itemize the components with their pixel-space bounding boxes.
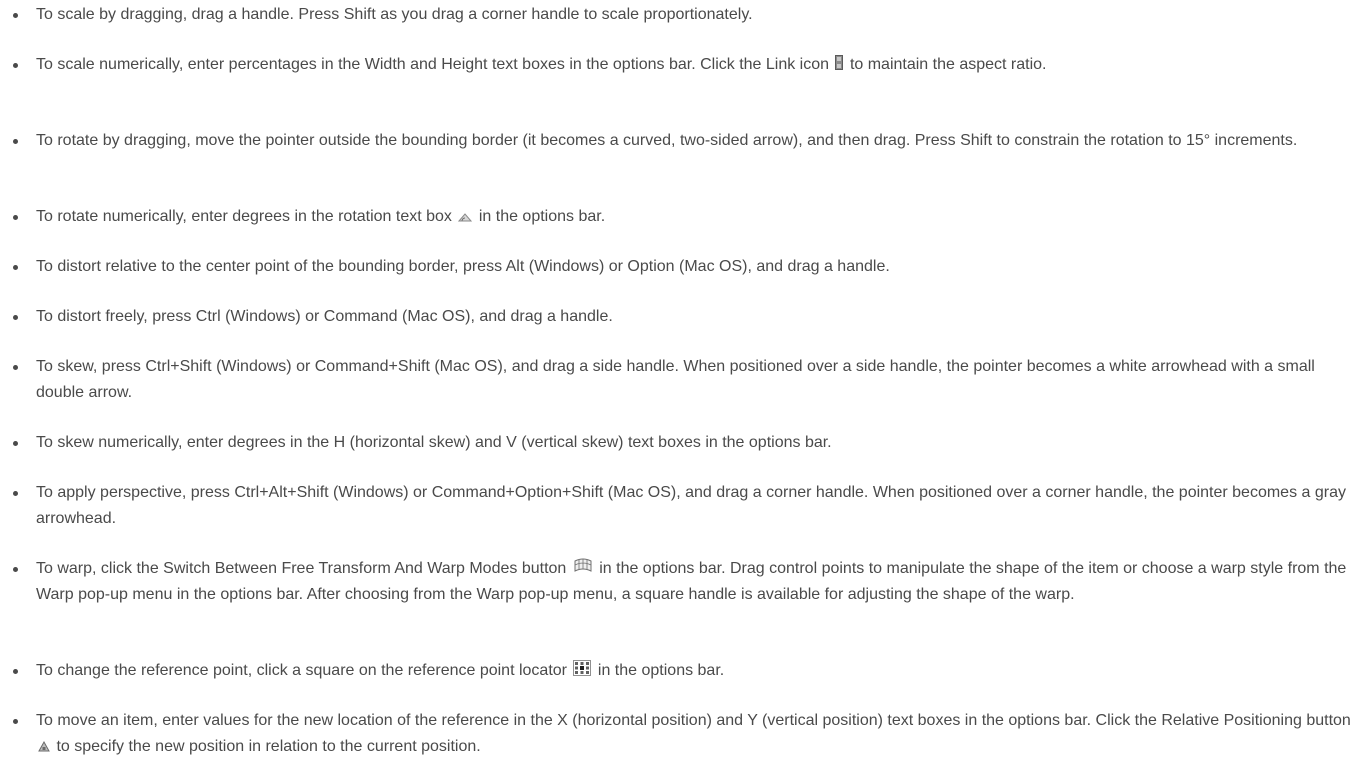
list-item: To skew numerically, enter degrees in th… [0,430,1355,456]
item-text: in the options bar. [478,208,606,225]
list-item: To move an item, enter values for the ne… [0,708,1355,760]
item-text: To rotate by dragging, move the pointer … [36,132,1298,149]
warp-mode-icon [573,558,593,574]
list-item: To change the reference point, click a s… [0,658,1355,684]
item-text: to maintain the aspect ratio. [849,56,1047,73]
item-text: To skew numerically, enter degrees in th… [36,434,832,451]
list-item: To apply perspective, press Ctrl+Alt+Shi… [0,480,1355,532]
rotation-icon [458,212,473,222]
reference-point-locator-icon [573,660,592,676]
list-item: To rotate numerically, enter degrees in … [0,204,1355,230]
item-text: To move an item, enter values for the ne… [36,712,1351,729]
item-text: To skew, press Ctrl+Shift (Windows) or C… [36,358,1315,401]
list-item: To skew, press Ctrl+Shift (Windows) or C… [0,354,1355,406]
list-item: To scale numerically, enter percentages … [0,52,1355,78]
list-item: To warp, click the Switch Between Free T… [0,556,1355,608]
item-text: to specify the new position in relation … [56,738,481,755]
item-text: To change the reference point, click a s… [36,662,567,679]
instruction-list: To scale by dragging, drag a handle. Pre… [0,0,1363,755]
relative-positioning-icon [38,740,50,752]
link-icon [835,55,844,70]
item-text: To rotate numerically, enter degrees in … [36,208,452,225]
item-text: To apply perspective, press Ctrl+Alt+Shi… [36,484,1346,527]
item-text: in the options bar. [597,662,725,679]
item-text: To warp, click the Switch Between Free T… [36,560,567,577]
list-item: To scale by dragging, drag a handle. Pre… [0,2,1355,28]
item-text: To distort relative to the center point … [36,258,890,275]
item-text: To scale by dragging, drag a handle. Pre… [36,6,753,23]
item-text: To scale numerically, enter percentages … [36,56,830,73]
list-item: To rotate by dragging, move the pointer … [0,128,1355,154]
item-text: To distort freely, press Ctrl (Windows) … [36,308,613,325]
list-item: To distort relative to the center point … [0,254,1355,280]
list-item: To distort freely, press Ctrl (Windows) … [0,304,1355,330]
